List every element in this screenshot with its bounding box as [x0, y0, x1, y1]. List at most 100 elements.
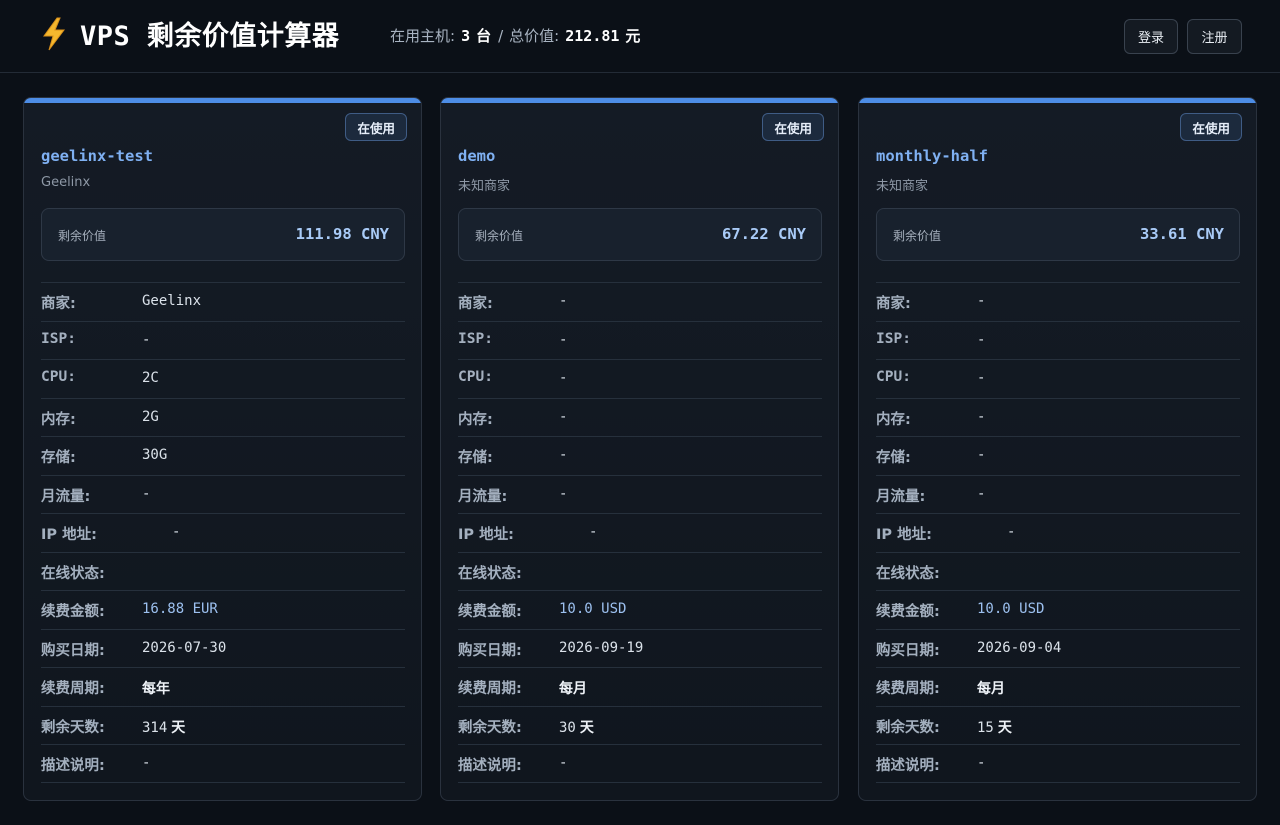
renew-cycle-label: 续费周期: — [41, 681, 105, 697]
description-label: 描述说明: — [458, 758, 522, 774]
row-description: 描述说明: - — [41, 744, 405, 783]
remaining-value-label: 剩余价值 — [475, 229, 524, 243]
renew-amount-value: 10.0 USD — [977, 601, 1045, 617]
lightning-bolt-icon — [43, 17, 65, 50]
renew-cycle-value: 每年 — [142, 681, 170, 697]
cpu-label: CPU: — [458, 369, 493, 385]
traffic-label: 月流量: — [41, 488, 91, 505]
row-storage: 存储: 30G — [41, 436, 405, 475]
purchase-date-value: 2026-07-30 — [142, 639, 227, 656]
memory-label: 内存: — [876, 411, 911, 428]
merchant-label: 商家: — [41, 296, 76, 312]
memory-value: 2G — [142, 408, 159, 425]
login-button[interactable]: 登录 — [1124, 19, 1178, 54]
cpu-value: - — [977, 370, 986, 386]
host-vendor: 未知商家 — [876, 179, 929, 194]
merchant-label: 商家: — [876, 296, 911, 312]
active-hosts-unit: 台 — [476, 27, 492, 45]
top-bar: VPS 剩余价值计算器 在用主机: 3 台 / 总价值: 212.81 元 登录… — [0, 0, 1280, 73]
remaining-value-amount: 111.98 CNY — [295, 225, 389, 243]
memory-value: - — [559, 408, 568, 425]
cpu-label: CPU: — [41, 369, 76, 385]
card-accent-bar — [24, 98, 421, 103]
row-ip: IP 地址: - — [41, 513, 405, 552]
row-merchant: 商家: Geelinx — [41, 282, 405, 321]
storage-value: - — [977, 447, 986, 463]
isp-label: ISP: — [876, 330, 911, 347]
isp-label: ISP: — [41, 330, 76, 347]
host-details: 商家: - ISP: - CPU: - 内存: - 存储: - 月流量: - IP 地址: -… — [876, 282, 1240, 783]
row-traffic: 月流量: - — [876, 474, 1240, 514]
purchase-date-label: 购买日期: — [458, 642, 522, 659]
row-isp: ISP: - — [41, 320, 405, 360]
traffic-label: 月流量: — [876, 488, 926, 505]
row-remaining-days: 剩余天数: 15 天 — [876, 705, 1240, 745]
renew-amount-label: 续费金额: — [41, 604, 105, 620]
row-online: 在线状态: — [458, 551, 822, 591]
description-label: 描述说明: — [41, 758, 105, 774]
status-badge: 在使用 — [1180, 113, 1242, 141]
row-renew-amount: 续费金额: 16.88 EUR — [41, 590, 405, 629]
host-stats: 在用主机: 3 台 / 总价值: 212.81 元 — [390, 25, 640, 46]
merchant-value: - — [559, 293, 568, 309]
memory-label: 内存: — [458, 411, 493, 428]
total-value: 212.81 — [565, 27, 620, 45]
cpu-value: 2C — [142, 370, 159, 386]
row-renew-cycle: 续费周期: 每月 — [458, 667, 822, 706]
row-renew-amount: 续费金额: 10.0 USD — [458, 590, 822, 629]
renew-amount-label: 续费金额: — [458, 604, 522, 620]
row-merchant: 商家: - — [876, 282, 1240, 321]
traffic-label: 月流量: — [458, 488, 508, 505]
merchant-value: - — [977, 293, 986, 309]
description-value: - — [142, 755, 151, 771]
row-ip: IP 地址: - — [458, 513, 822, 552]
remaining-days-label: 剩余天数: — [876, 719, 940, 736]
row-renew-cycle: 续费周期: 每年 — [41, 667, 405, 706]
traffic-value: - — [977, 485, 986, 502]
host-name[interactable]: geelinx-test — [41, 147, 153, 165]
host-name[interactable]: demo — [458, 147, 495, 165]
remaining-value-amount: 67.22 CNY — [722, 225, 806, 243]
row-online: 在线状态: — [876, 551, 1240, 591]
row-description: 描述说明: - — [876, 744, 1240, 783]
host-card[interactable]: 在使用 demo 未知商家 剩余价值 67.22 CNY 商家: - ISP: - … — [440, 97, 839, 801]
row-isp: ISP: - — [876, 320, 1240, 360]
renew-amount-label: 续费金额: — [876, 604, 940, 620]
storage-value: 30G — [142, 447, 168, 463]
remaining-value-box: 剩余价值 33.61 CNY — [876, 208, 1240, 261]
host-name[interactable]: monthly-half — [876, 147, 988, 165]
ip-label: IP 地址: — [41, 527, 97, 543]
remaining-value-label: 剩余价值 — [893, 229, 942, 243]
app-title: VPS 剩余价值计算器 — [80, 21, 340, 52]
cpu-label: CPU: — [876, 369, 911, 385]
host-card[interactable]: 在使用 monthly-half 未知商家 剩余价值 33.61 CNY 商家:… — [858, 97, 1257, 801]
remaining-days-number: 15 — [977, 719, 994, 736]
status-badge: 在使用 — [762, 113, 824, 141]
remaining-days-value: 30 天 — [559, 717, 594, 737]
renew-cycle-value: 每月 — [559, 681, 587, 697]
row-ip: IP 地址: - — [876, 513, 1240, 552]
host-card[interactable]: 在使用 geelinx-test Geelinx 剩余价值 111.98 CNY… — [23, 97, 422, 801]
row-traffic: 月流量: - — [41, 474, 405, 514]
row-purchase-date: 购买日期: 2026-07-30 — [41, 628, 405, 668]
row-online: 在线状态: — [41, 551, 405, 591]
renew-cycle-label: 续费周期: — [876, 681, 940, 697]
remaining-days-unit: 天 — [171, 719, 186, 736]
ip-label: IP 地址: — [458, 527, 514, 543]
remaining-days-unit: 天 — [997, 719, 1012, 736]
ip-value: - — [589, 524, 598, 540]
storage-label: 存储: — [458, 450, 493, 466]
row-remaining-days: 剩余天数: 30 天 — [458, 705, 822, 745]
isp-label: ISP: — [458, 330, 493, 347]
purchase-date-label: 购买日期: — [876, 642, 940, 659]
storage-label: 存储: — [876, 450, 911, 466]
memory-label: 内存: — [41, 411, 76, 428]
row-merchant: 商家: - — [458, 282, 822, 321]
cpu-value: - — [559, 370, 568, 386]
row-memory: 内存: - — [876, 397, 1240, 437]
memory-value: - — [977, 408, 986, 425]
register-button[interactable]: 注册 — [1187, 19, 1242, 54]
remaining-days-value: 15 天 — [977, 717, 1012, 737]
storage-label: 存储: — [41, 450, 76, 466]
remaining-value-amount: 33.61 CNY — [1140, 225, 1224, 243]
